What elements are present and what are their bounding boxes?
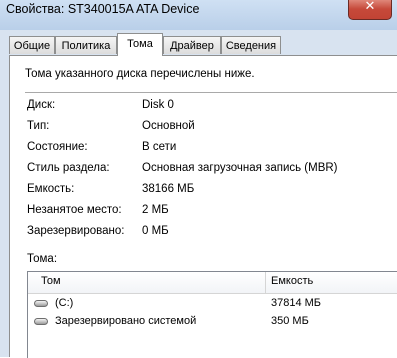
reserved-label: Зарезервировано: — [27, 225, 125, 237]
title-bar[interactable]: Свойства: ST340015A ATA Device ✕ — [0, 0, 397, 30]
tab-volumes[interactable]: Тома — [117, 33, 163, 56]
volume-capacity: 350 МБ — [271, 315, 309, 327]
capacity-value: 38166 МБ — [142, 183, 195, 195]
column-header-volume[interactable]: Том — [41, 275, 61, 287]
tab-policy[interactable]: Политика — [55, 36, 117, 54]
separator — [25, 92, 397, 93]
reserved-value: 0 МБ — [142, 225, 169, 237]
status-label: Состояние: — [27, 141, 88, 153]
close-icon: ✕ — [364, 0, 376, 14]
disk-value: Disk 0 — [142, 99, 174, 111]
column-divider[interactable] — [265, 272, 266, 293]
partition-style-value: Основная загрузочная запись (MBR) — [142, 162, 338, 174]
status-value: В сети — [142, 141, 177, 153]
unallocated-value: 2 МБ — [142, 204, 169, 216]
type-label: Тип: — [27, 120, 50, 132]
drive-icon — [34, 318, 48, 325]
disk-label: Диск: — [27, 99, 56, 111]
capacity-label: Емкость: — [27, 183, 75, 195]
unallocated-label: Незанятое место: — [27, 204, 122, 216]
volumes-list[interactable]: Том Емкость (C:) 37814 МБ Зарезервирован… — [27, 271, 397, 358]
drive-icon — [34, 300, 48, 307]
list-item[interactable]: (C:) 37814 МБ — [28, 295, 397, 313]
volumes-panel: Тома указанного диска перечислены ниже. … — [9, 55, 397, 358]
column-header-capacity[interactable]: Емкость — [271, 275, 313, 287]
close-button[interactable]: ✕ — [348, 0, 392, 20]
tab-general[interactable]: Общие — [9, 36, 55, 54]
list-item[interactable]: Зарезервировано системой 350 МБ — [28, 313, 397, 331]
volume-name: (C:) — [55, 297, 74, 309]
list-header: Том Емкость — [28, 272, 397, 294]
volume-name: Зарезервировано системой — [55, 315, 197, 327]
type-value: Основной — [142, 120, 195, 132]
panel-description: Тома указанного диска перечислены ниже. — [25, 68, 255, 80]
volume-capacity: 37814 МБ — [271, 297, 322, 309]
window-title: Свойства: ST340015A ATA Device — [6, 2, 200, 16]
tab-driver[interactable]: Драйвер — [163, 36, 221, 54]
volumes-label: Тома: — [27, 253, 58, 265]
tab-details[interactable]: Сведения — [221, 36, 281, 54]
partition-style-label: Стиль раздела: — [27, 162, 110, 174]
properties-window: Свойства: ST340015A ATA Device ✕ Общие П… — [0, 0, 397, 358]
